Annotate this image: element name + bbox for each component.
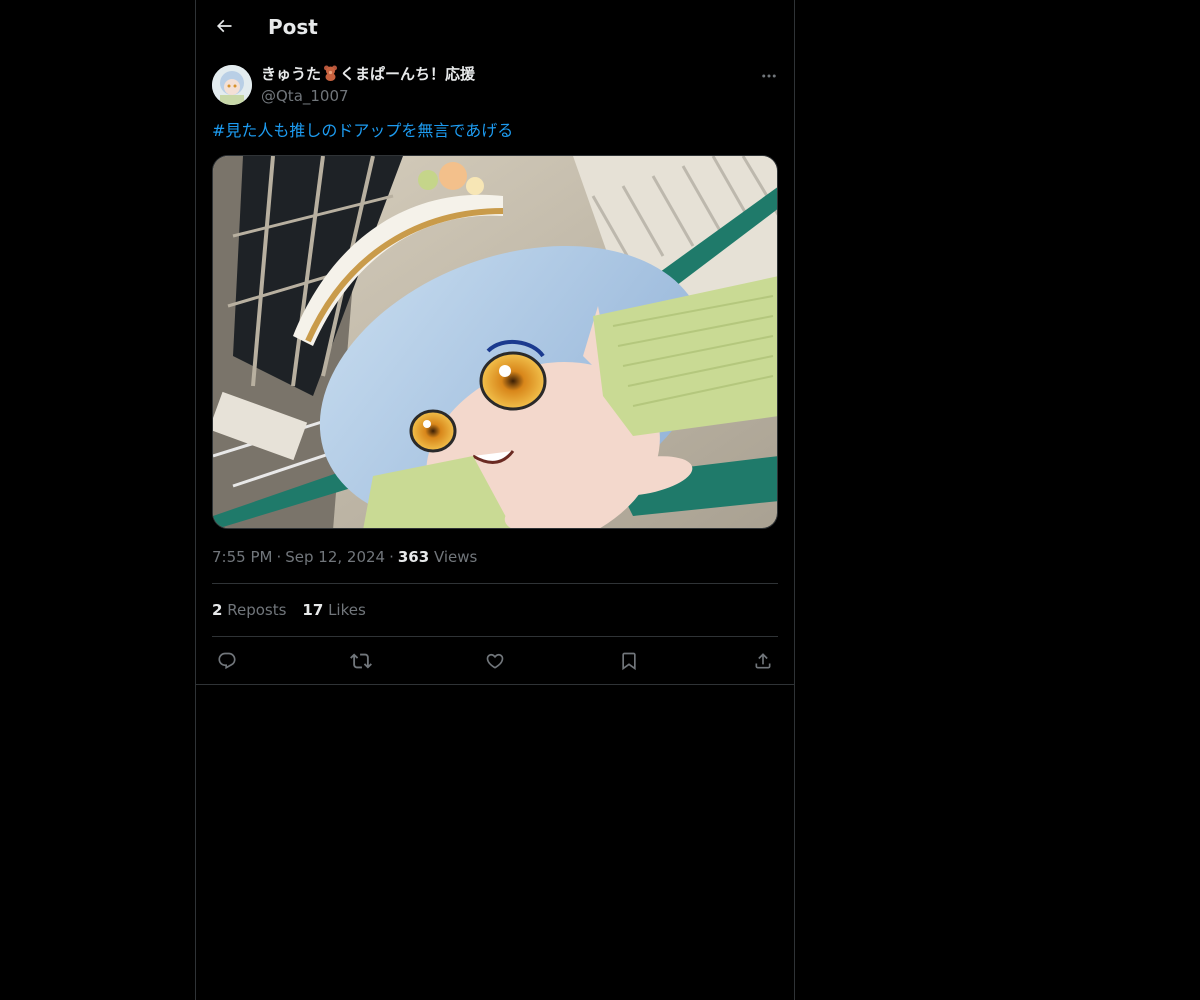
post-metadata: 7:55 PM · Sep 12, 2024 · 363 Views [212, 547, 477, 567]
views-label: Views [433, 548, 478, 566]
divider [212, 583, 778, 584]
views-count: 363 [397, 548, 430, 566]
reposts-stat[interactable]: 2 Reposts [212, 601, 286, 619]
share-button[interactable] [747, 645, 779, 677]
display-name-part1: きゅうた [261, 65, 322, 83]
divider [212, 636, 778, 637]
heart-icon [486, 653, 504, 669]
likes-count: 17 [302, 601, 324, 619]
post-date[interactable]: Sep 12, 2024 [285, 548, 385, 566]
like-button[interactable] [479, 645, 511, 677]
reply-button[interactable] [211, 645, 243, 677]
post-time[interactable]: 7:55 PM [212, 548, 272, 566]
page-title: Post [268, 15, 318, 39]
avatar-image [212, 65, 252, 105]
more-dots-icon [762, 74, 776, 78]
header: Post [196, 0, 794, 53]
bookmark-icon [622, 652, 636, 671]
avatar[interactable] [212, 65, 252, 105]
photo-image [213, 156, 777, 528]
reposts-label: Reposts [227, 601, 287, 619]
repost-button[interactable] [345, 645, 377, 677]
share-icon [755, 653, 771, 669]
primary-column: Post きゅうた くまぱーんち！応援 @Qta_1007 #見た人も推しのドアッ… [195, 0, 795, 1000]
more-options-button[interactable] [756, 63, 782, 89]
bookmark-button[interactable] [613, 645, 645, 677]
post-hashtag-link[interactable]: #見た人も推しのドアップを無言であげる [212, 120, 513, 142]
separator: · [389, 548, 394, 566]
author-display-name[interactable]: きゅうた くまぱーんち！応援 [261, 64, 475, 86]
action-bar [212, 645, 778, 677]
reposts-count: 2 [212, 601, 223, 619]
author-handle[interactable]: @Qta_1007 [261, 86, 349, 106]
arrow-left-icon [216, 19, 232, 33]
post-bottom-border [196, 684, 794, 685]
back-button[interactable] [208, 10, 240, 42]
post-photo[interactable] [212, 155, 778, 529]
likes-stat[interactable]: 17 Likes [302, 601, 365, 619]
display-name-part2: くまぱーんち！応援 [340, 65, 476, 83]
teddy-bear-emoji-icon [323, 65, 338, 86]
repost-icon [350, 653, 372, 669]
separator: · [276, 548, 282, 566]
reply-icon [218, 652, 236, 670]
likes-label: Likes [328, 601, 366, 619]
engagement-stats: 2 Reposts 17 Likes [212, 600, 382, 620]
